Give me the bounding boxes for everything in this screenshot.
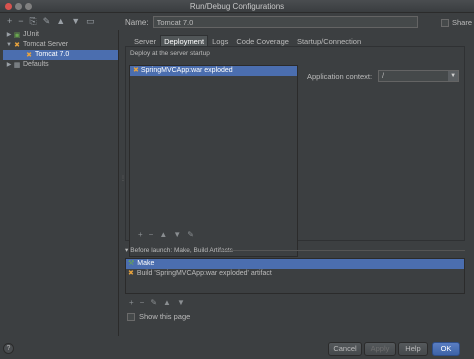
help-icon[interactable]: ? (3, 343, 14, 354)
move-up-icon[interactable]: ▲ (163, 298, 171, 307)
defaults-icon: ▦ (13, 61, 21, 69)
before-launch-item-build-artifact[interactable]: ✖ Build 'SpringMVCApp:war exploded' arti… (126, 269, 464, 279)
artifact-list-toolbar: + − ▲ ▼ ✎ (138, 230, 194, 239)
copy-icon[interactable]: ⎘ (30, 17, 37, 26)
remove-icon[interactable]: − (149, 230, 154, 239)
name-field[interactable] (152, 16, 418, 28)
artifact-label: SpringMVCApp:war exploded (140, 67, 233, 74)
move-up-icon[interactable]: ▲ (56, 17, 65, 26)
share-checkbox[interactable] (441, 18, 449, 27)
tree-item-junit[interactable]: ▶ ▣ JUnit (3, 30, 118, 40)
before-launch-title: Before launch: Make, Build Artifacts (130, 246, 233, 254)
tomcat-icon: ✖ (26, 51, 32, 59)
collapse-arrow-icon[interactable]: ▼ (5, 40, 13, 50)
help-button[interactable]: Help (398, 342, 428, 356)
before-launch-item-label: Make (137, 260, 155, 267)
tomcat-icon: ✖ (14, 41, 20, 49)
name-row: Name: (125, 16, 418, 28)
remove-icon[interactable]: − (140, 298, 145, 307)
wrench-icon[interactable]: ✎ (43, 17, 51, 26)
tree-item-label: JUnit (23, 31, 39, 38)
tab-logs[interactable]: Logs (208, 35, 232, 46)
application-context-label: Application context: (307, 71, 373, 81)
artifact-item[interactable]: ✖ SpringMVCApp:war exploded (130, 66, 297, 76)
before-launch-divider (219, 250, 465, 251)
edit-icon[interactable]: ✎ (150, 298, 157, 307)
move-down-icon[interactable]: ▼ (173, 230, 181, 239)
make-icon: ⚒ (128, 260, 135, 267)
tab-server[interactable]: Server (130, 35, 160, 46)
application-context-row: Application context: / ▼ (307, 70, 460, 82)
sidebar-toolbar: + − ⎘ ✎ ▲ ▼ ▭ (3, 14, 119, 29)
expand-arrow-icon[interactable]: ▶ (5, 60, 13, 70)
move-up-icon[interactable]: ▲ (159, 230, 167, 239)
ok-button[interactable]: OK (432, 342, 460, 356)
tab-startup-connection[interactable]: Startup/Connection (293, 35, 365, 46)
add-icon[interactable]: + (129, 298, 134, 307)
window-controls (5, 3, 32, 10)
share-option[interactable]: Share (441, 18, 472, 27)
move-down-icon[interactable]: ▼ (71, 17, 80, 26)
configurations-sidebar: + − ⎘ ✎ ▲ ▼ ▭ ▶ ▣ JUnit ▼ ✖ Tomcat Serve… (3, 14, 119, 338)
tree-item-tomcat-7[interactable]: ✖ Tomcat 7.0 (3, 50, 118, 60)
apply-button[interactable]: Apply (364, 342, 396, 356)
tree-item-label: Tomcat Server (23, 41, 69, 48)
show-this-page-checkbox[interactable] (127, 312, 135, 321)
tab-deployment[interactable]: Deployment (160, 35, 209, 46)
close-window-button[interactable] (5, 3, 12, 10)
application-context-select[interactable]: / ▼ (378, 70, 460, 82)
show-this-page-label: Show this page (139, 312, 191, 321)
before-launch-toolbar: + − ✎ ▲ ▼ (129, 298, 185, 307)
config-tabs: Server Deployment Logs Code Coverage Sta… (130, 35, 365, 46)
before-launch-list[interactable]: ⚒ Make ✖ Build 'SpringMVCApp:war explode… (125, 258, 465, 294)
tree-item-label: Tomcat 7.0 (35, 51, 70, 58)
edit-icon[interactable]: ✎ (187, 230, 194, 239)
collapse-arrow-icon[interactable]: ▾ (125, 246, 128, 254)
artifact-icon: ✖ (133, 67, 139, 74)
show-this-page-option[interactable]: Show this page (127, 312, 190, 321)
dialog-button-bar: ? Cancel Apply Help OK (0, 339, 474, 359)
tab-code-coverage[interactable]: Code Coverage (232, 35, 293, 46)
application-context-value: / (382, 71, 385, 80)
configurations-tree: ▶ ▣ JUnit ▼ ✖ Tomcat Server ✖ Tomcat 7.0… (3, 30, 119, 336)
minimize-window-button[interactable] (15, 3, 22, 10)
window-title: Run/Debug Configurations (189, 2, 285, 11)
tree-item-tomcat-server[interactable]: ▼ ✖ Tomcat Server (3, 40, 118, 50)
deploy-caption: Deploy at the server startup (130, 50, 210, 57)
add-icon[interactable]: + (138, 230, 143, 239)
share-label: Share (452, 18, 473, 27)
junit-icon: ▣ (13, 31, 21, 39)
window-titlebar: Run/Debug Configurations (0, 0, 474, 13)
deployment-panel: Deploy at the server startup ✖ SpringMVC… (125, 46, 465, 257)
folder-icon[interactable]: ▭ (86, 17, 95, 26)
before-launch-header[interactable]: ▾ Before launch: Make, Build Artifacts (125, 246, 233, 255)
add-icon[interactable]: + (7, 17, 12, 26)
build-artifact-icon: ✖ (128, 270, 134, 277)
tree-item-defaults[interactable]: ▶ ▦ Defaults (3, 60, 118, 70)
name-label: Name: (125, 17, 149, 27)
cancel-button[interactable]: Cancel (328, 342, 362, 356)
artifact-list[interactable]: ✖ SpringMVCApp:war exploded + − ▲ ▼ ✎ (129, 65, 298, 257)
zoom-window-button[interactable] (25, 3, 32, 10)
expand-arrow-icon[interactable]: ▶ (5, 30, 13, 40)
move-down-icon[interactable]: ▼ (177, 298, 185, 307)
remove-icon[interactable]: − (18, 17, 23, 26)
before-launch-item-make[interactable]: ⚒ Make (126, 259, 464, 269)
chevron-down-icon[interactable]: ▼ (448, 71, 459, 81)
before-launch-item-label: Build 'SpringMVCApp:war exploded' artifa… (136, 270, 272, 277)
tree-item-label: Defaults (23, 61, 49, 68)
